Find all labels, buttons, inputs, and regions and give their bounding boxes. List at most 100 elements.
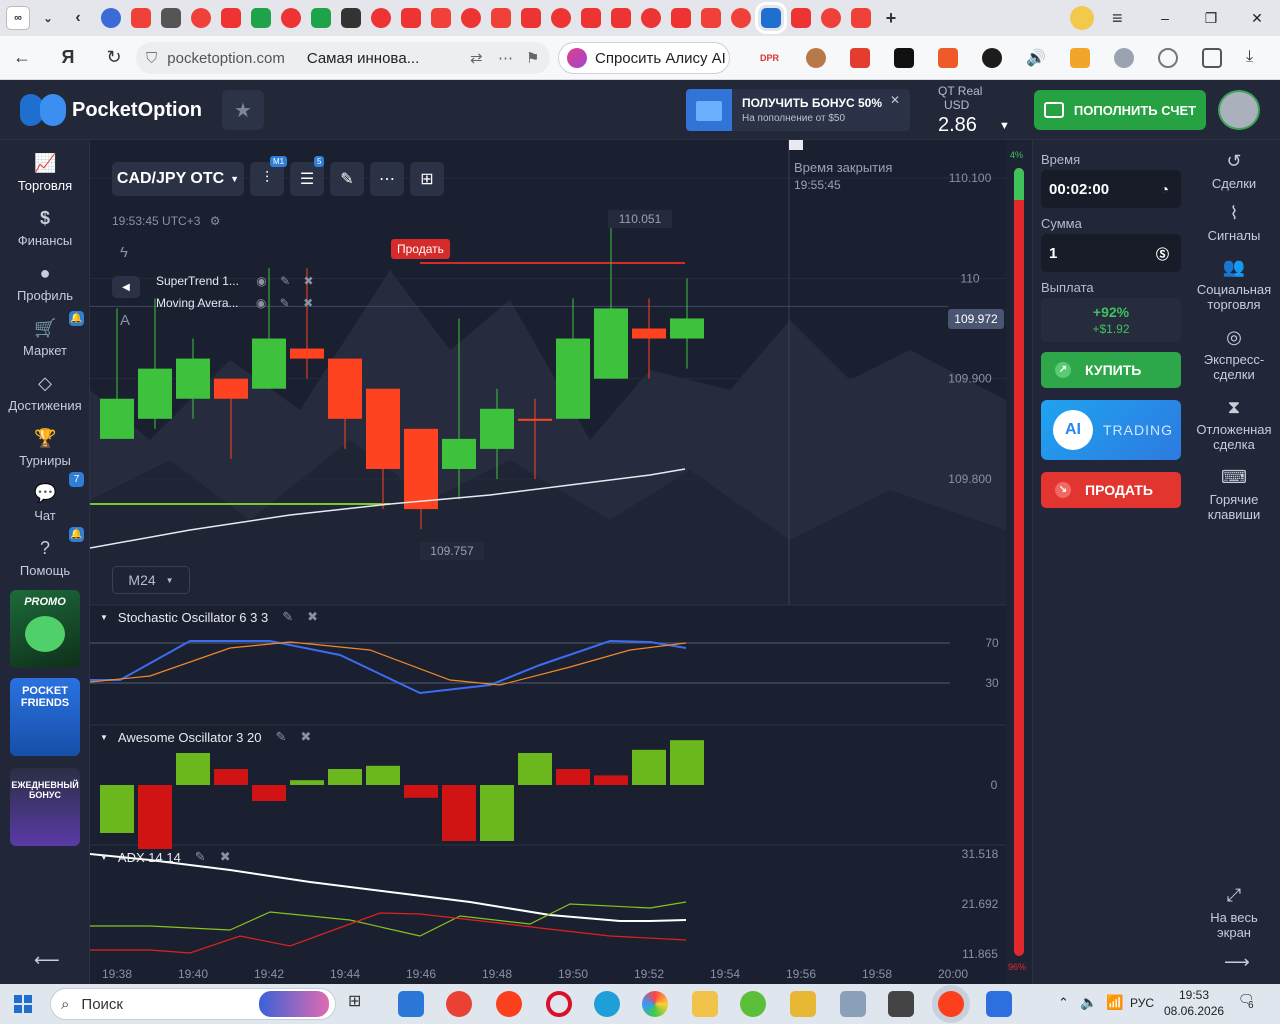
sidebar-item-achievements[interactable]: ◇ Достижения: [0, 366, 90, 418]
yandex-icon[interactable]: Я: [52, 42, 84, 74]
browser-tab-icon[interactable]: [101, 8, 121, 28]
browser-tab-icon[interactable]: [551, 8, 571, 28]
profile-emoji-icon[interactable]: [1070, 6, 1094, 30]
close-icon[interactable]: ✖: [303, 296, 313, 310]
browser-tab-icon[interactable]: [641, 8, 661, 28]
caret-down-icon[interactable]: ▼: [100, 613, 108, 622]
amount-input[interactable]: 1 Ⓢ: [1041, 234, 1181, 272]
browser-tab-icon[interactable]: [131, 8, 151, 28]
pencil-icon[interactable]: ✎: [275, 729, 286, 745]
daily-bonus-banner[interactable]: ЕЖЕДНЕВНЫЙ БОНУС: [10, 768, 80, 846]
sidebar-item-trading[interactable]: 📈 Торговля: [0, 146, 90, 198]
browser-tab-icon[interactable]: [851, 8, 871, 28]
pencil-icon[interactable]: ✎: [282, 609, 293, 625]
chart-area[interactable]: 110.100 110 109.900 109.800 70 30 0 31.518 21.69…: [90, 140, 1006, 984]
yandex-active-icon[interactable]: [938, 991, 964, 1017]
close-icon[interactable]: ✖: [220, 849, 231, 865]
back-icon[interactable]: ←: [6, 42, 38, 74]
pencil-icon[interactable]: ✎: [280, 296, 290, 310]
browser-tab-icon[interactable]: [611, 8, 631, 28]
rsb-social[interactable]: 👥 Социальная торговля: [1188, 256, 1280, 312]
tab-groups-icon[interactable]: ∞: [6, 6, 30, 30]
cookie-ext-icon[interactable]: [806, 48, 826, 68]
text-tool-icon[interactable]: A: [120, 312, 130, 329]
browser-tab-icon[interactable]: [821, 8, 841, 28]
rsb-hotkeys[interactable]: ⌨ Горячие клавиши: [1188, 466, 1280, 522]
reload-icon[interactable]: ↻: [98, 42, 130, 74]
sidebar-item-help[interactable]: ? Помощь 🔔: [0, 527, 90, 583]
mail-icon[interactable]: [398, 991, 424, 1017]
browser-tab-icon[interactable]: [461, 8, 481, 28]
bonus-banner[interactable]: ПОЛУЧИТЬ БОНУС 50% На пополнение от $50 …: [686, 89, 910, 131]
zoom-selector[interactable]: M24 ▼: [112, 566, 190, 594]
taskbar-search[interactable]: ⌕ Поиск: [50, 988, 336, 1020]
collapse-indicators-button[interactable]: ◀: [112, 276, 140, 298]
favorites-star-icon[interactable]: ★: [222, 90, 264, 130]
logo[interactable]: PocketOption: [20, 94, 202, 126]
ai-trading-button[interactable]: AI TRADING: [1041, 400, 1181, 460]
caret-down-icon[interactable]: ▼: [100, 733, 108, 742]
close-window-icon[interactable]: ✕: [1234, 0, 1280, 36]
lightning-icon[interactable]: ϟ: [120, 244, 128, 261]
browser-tab-icon[interactable]: [281, 8, 301, 28]
lock-app-icon[interactable]: [790, 991, 816, 1017]
browser-tab-icon[interactable]: [161, 8, 181, 28]
url-field[interactable]: ⛉ pocketoption.com Самая инновa... ⇄ ⋯ ⚑: [136, 42, 550, 74]
sidebar-item-chat[interactable]: 💬 Чат 7: [0, 472, 90, 528]
browser-tab-icon[interactable]: [791, 8, 811, 28]
sidebar-item-profile[interactable]: ● Профиль: [0, 256, 90, 308]
notifications-icon[interactable]: 🗨 6: [1238, 992, 1260, 1014]
close-icon[interactable]: ✖: [307, 609, 318, 625]
pencil-icon[interactable]: ✎: [195, 849, 206, 865]
browser-tab-icon[interactable]: [701, 8, 721, 28]
pair-selector[interactable]: CAD/JPY OTC ▼: [112, 162, 244, 196]
caret-down-icon[interactable]: ▼: [100, 853, 108, 862]
terminal-icon[interactable]: [888, 991, 914, 1017]
collapse-right-icon[interactable]: ⟶: [1224, 952, 1250, 973]
topup-button[interactable]: ПОПОЛНИТЬ СЧЕТ: [1034, 90, 1206, 130]
browser-tab-icon[interactable]: [221, 8, 241, 28]
bonus-close-icon[interactable]: ✕: [890, 93, 900, 107]
browser-tab-icon[interactable]: [731, 8, 751, 28]
rsb-fullscreen[interactable]: ⤢ На весь экран: [1188, 884, 1280, 940]
globe-ext-icon[interactable]: [1158, 48, 1178, 68]
back-tab-icon[interactable]: ‹: [66, 6, 90, 30]
eye-icon[interactable]: ◉: [256, 274, 266, 288]
rsb-deals[interactable]: ↺ Сделки: [1188, 150, 1280, 191]
avatar[interactable]: [1218, 90, 1260, 130]
buy-button[interactable]: ↗ КУПИТЬ: [1041, 352, 1181, 388]
task-view-icon[interactable]: ⊞: [348, 991, 374, 1017]
sound-ext-icon[interactable]: 🔊: [1026, 48, 1046, 68]
pencil-icon[interactable]: ✎: [280, 274, 290, 288]
dpr-ext-icon[interactable]: DPR: [760, 48, 780, 68]
edge-icon[interactable]: [594, 991, 620, 1017]
sidebar-item-market[interactable]: 🛒 Маркет 🔔: [0, 311, 90, 363]
browser-tab-icon[interactable]: [371, 8, 391, 28]
gallery-icon[interactable]: [840, 991, 866, 1017]
rsb-pending[interactable]: ⧗ Отложенная сделка: [1188, 396, 1280, 452]
sell-button[interactable]: ↘ ПРОДАТЬ: [1041, 472, 1181, 508]
roblox-icon[interactable]: [986, 991, 1012, 1017]
minimize-icon[interactable]: –: [1142, 0, 1188, 36]
puzzle-ext-icon[interactable]: [1202, 48, 1222, 68]
volume-icon[interactable]: 🔈: [1080, 994, 1097, 1011]
maximize-icon[interactable]: ❐: [1188, 0, 1234, 36]
close-icon[interactable]: ✖: [300, 729, 311, 745]
new-tab-icon[interactable]: +: [881, 8, 901, 28]
browser-tab-icon[interactable]: [401, 8, 421, 28]
wifi-icon[interactable]: 📶: [1106, 994, 1123, 1011]
record-ext-icon[interactable]: [894, 48, 914, 68]
close-icon[interactable]: ✖: [304, 274, 314, 288]
fox-ext-icon[interactable]: [1070, 48, 1090, 68]
yandex-browser-icon[interactable]: [496, 991, 522, 1017]
explorer-icon[interactable]: [692, 991, 718, 1017]
translate-icon[interactable]: ⇄: [470, 49, 483, 67]
browser-tab-icon[interactable]: [341, 8, 361, 28]
friends-banner[interactable]: POCKET FRIENDS: [10, 678, 80, 756]
sidebar-item-finance[interactable]: $ Финансы: [0, 201, 90, 253]
browser-tab-icon[interactable]: [521, 8, 541, 28]
browser-tab-icon[interactable]: [755, 2, 787, 34]
eye-icon[interactable]: ◉: [256, 296, 266, 310]
rsb-express[interactable]: ◎ Экспресс-сделки: [1188, 326, 1280, 382]
more-tools-button[interactable]: ⋯: [370, 162, 404, 196]
